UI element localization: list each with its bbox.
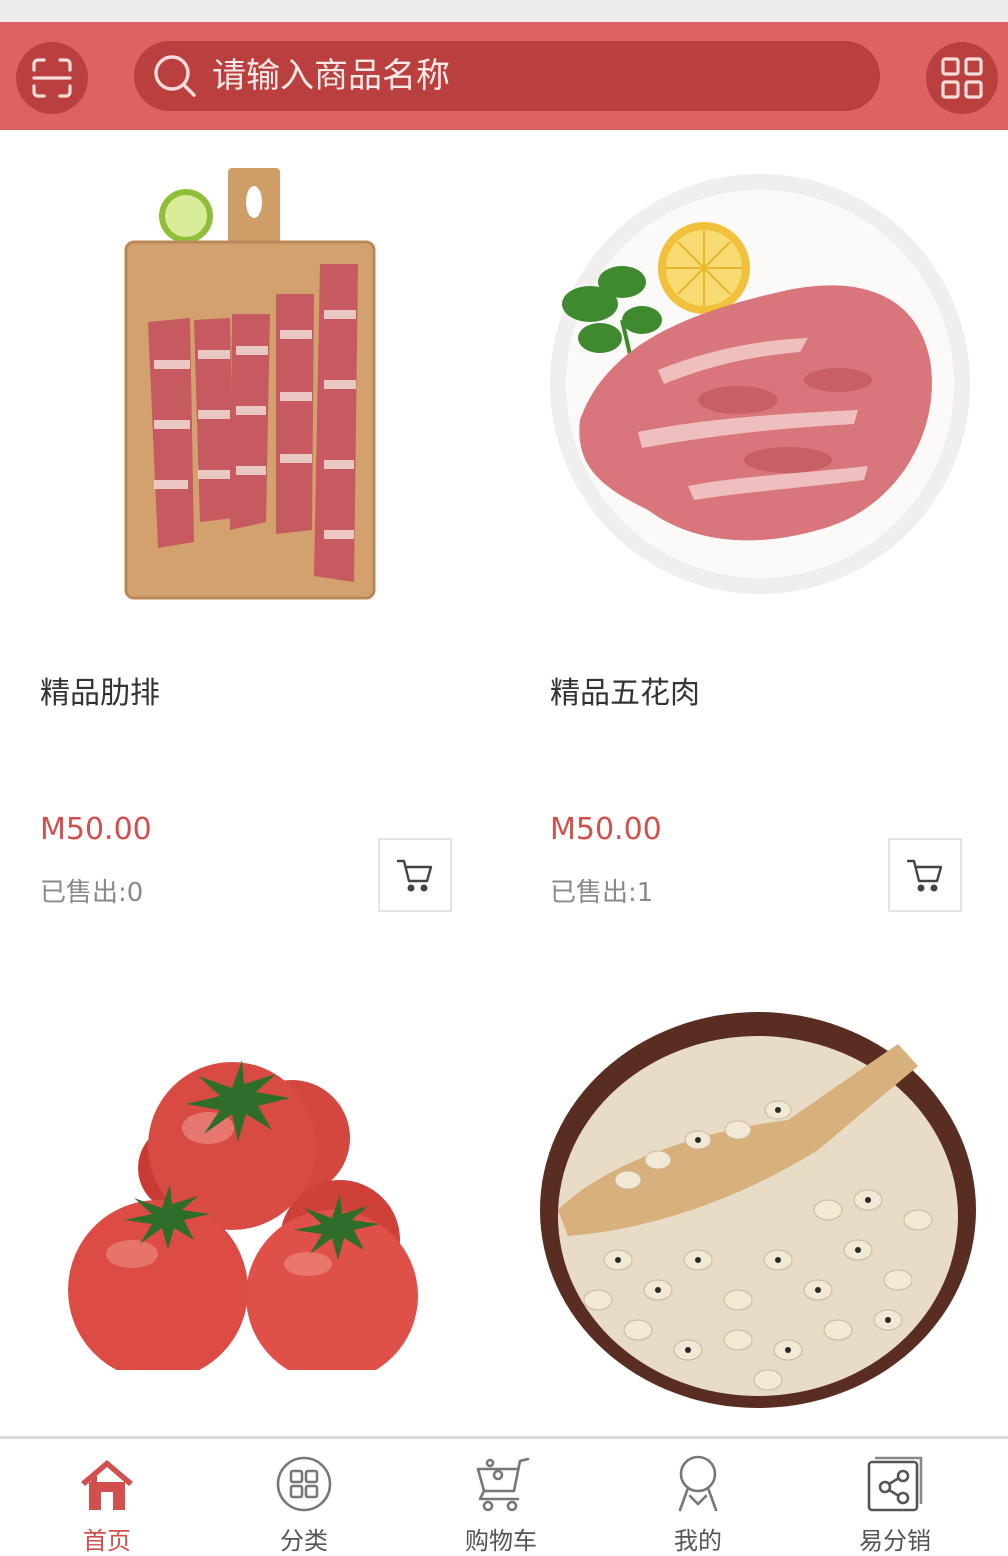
tab-label: 易分销: [859, 1527, 931, 1555]
product-name[interactable]: 精品五花肉: [550, 668, 700, 712]
tab-mine[interactable]: 我的: [598, 1439, 798, 1556]
product-card[interactable]: [508, 1010, 1008, 1436]
search-bar[interactable]: [134, 41, 880, 111]
bottom-tab-bar: 首页 分类 购物车 我的 易分销: [0, 1436, 1008, 1556]
home-icon: [76, 1453, 138, 1515]
tab-cart[interactable]: 购物车: [401, 1439, 601, 1556]
status-bar: [0, 0, 1008, 22]
product-grid: 精品肋排 M50.00 已售出:0 精品五花肉 M50.00 已售出:1: [0, 130, 1008, 1436]
product-card[interactable]: 精品五花肉 M50.00 已售出:1: [508, 130, 1008, 960]
cart-icon: [906, 859, 943, 892]
top-header: [0, 22, 1008, 130]
add-to-cart-button[interactable]: [378, 838, 452, 912]
search-input[interactable]: [212, 46, 880, 106]
grid-menu-button[interactable]: [926, 42, 998, 114]
product-sold-count: 已售出:0: [40, 878, 144, 908]
product-image-tomatoes[interactable]: [62, 1050, 432, 1370]
tab-label: 分类: [280, 1527, 328, 1555]
add-to-cart-button[interactable]: [888, 838, 962, 912]
share-icon: [864, 1453, 926, 1515]
cart-icon: [396, 859, 433, 892]
category-icon: [273, 1453, 335, 1515]
tab-label: 购物车: [465, 1527, 537, 1555]
tab-category[interactable]: 分类: [204, 1439, 404, 1556]
product-name[interactable]: 精品肋排: [40, 668, 160, 712]
user-icon: [667, 1453, 729, 1515]
product-price: M50.00: [40, 812, 152, 847]
product-price: M50.00: [550, 812, 662, 847]
grid-icon: [941, 57, 983, 99]
tab-label: 首页: [83, 1527, 131, 1555]
product-card[interactable]: 精品肋排 M50.00 已售出:0: [0, 130, 500, 960]
search-icon: [150, 51, 200, 101]
tab-distribution[interactable]: 易分销: [795, 1439, 995, 1556]
product-image-beans[interactable]: [538, 1010, 978, 1410]
cart-icon: [470, 1453, 532, 1515]
product-image-pork[interactable]: [538, 170, 978, 600]
tab-label: 我的: [674, 1527, 722, 1555]
tab-home[interactable]: 首页: [7, 1439, 207, 1556]
product-card[interactable]: [0, 1010, 500, 1436]
product-image-ribs[interactable]: [110, 160, 390, 605]
scan-icon: [32, 58, 72, 98]
product-sold-count: 已售出:1: [550, 878, 654, 908]
scan-button[interactable]: [16, 42, 88, 114]
mall-home-page: 精品肋排 M50.00 已售出:0: [0, 0, 1008, 1556]
